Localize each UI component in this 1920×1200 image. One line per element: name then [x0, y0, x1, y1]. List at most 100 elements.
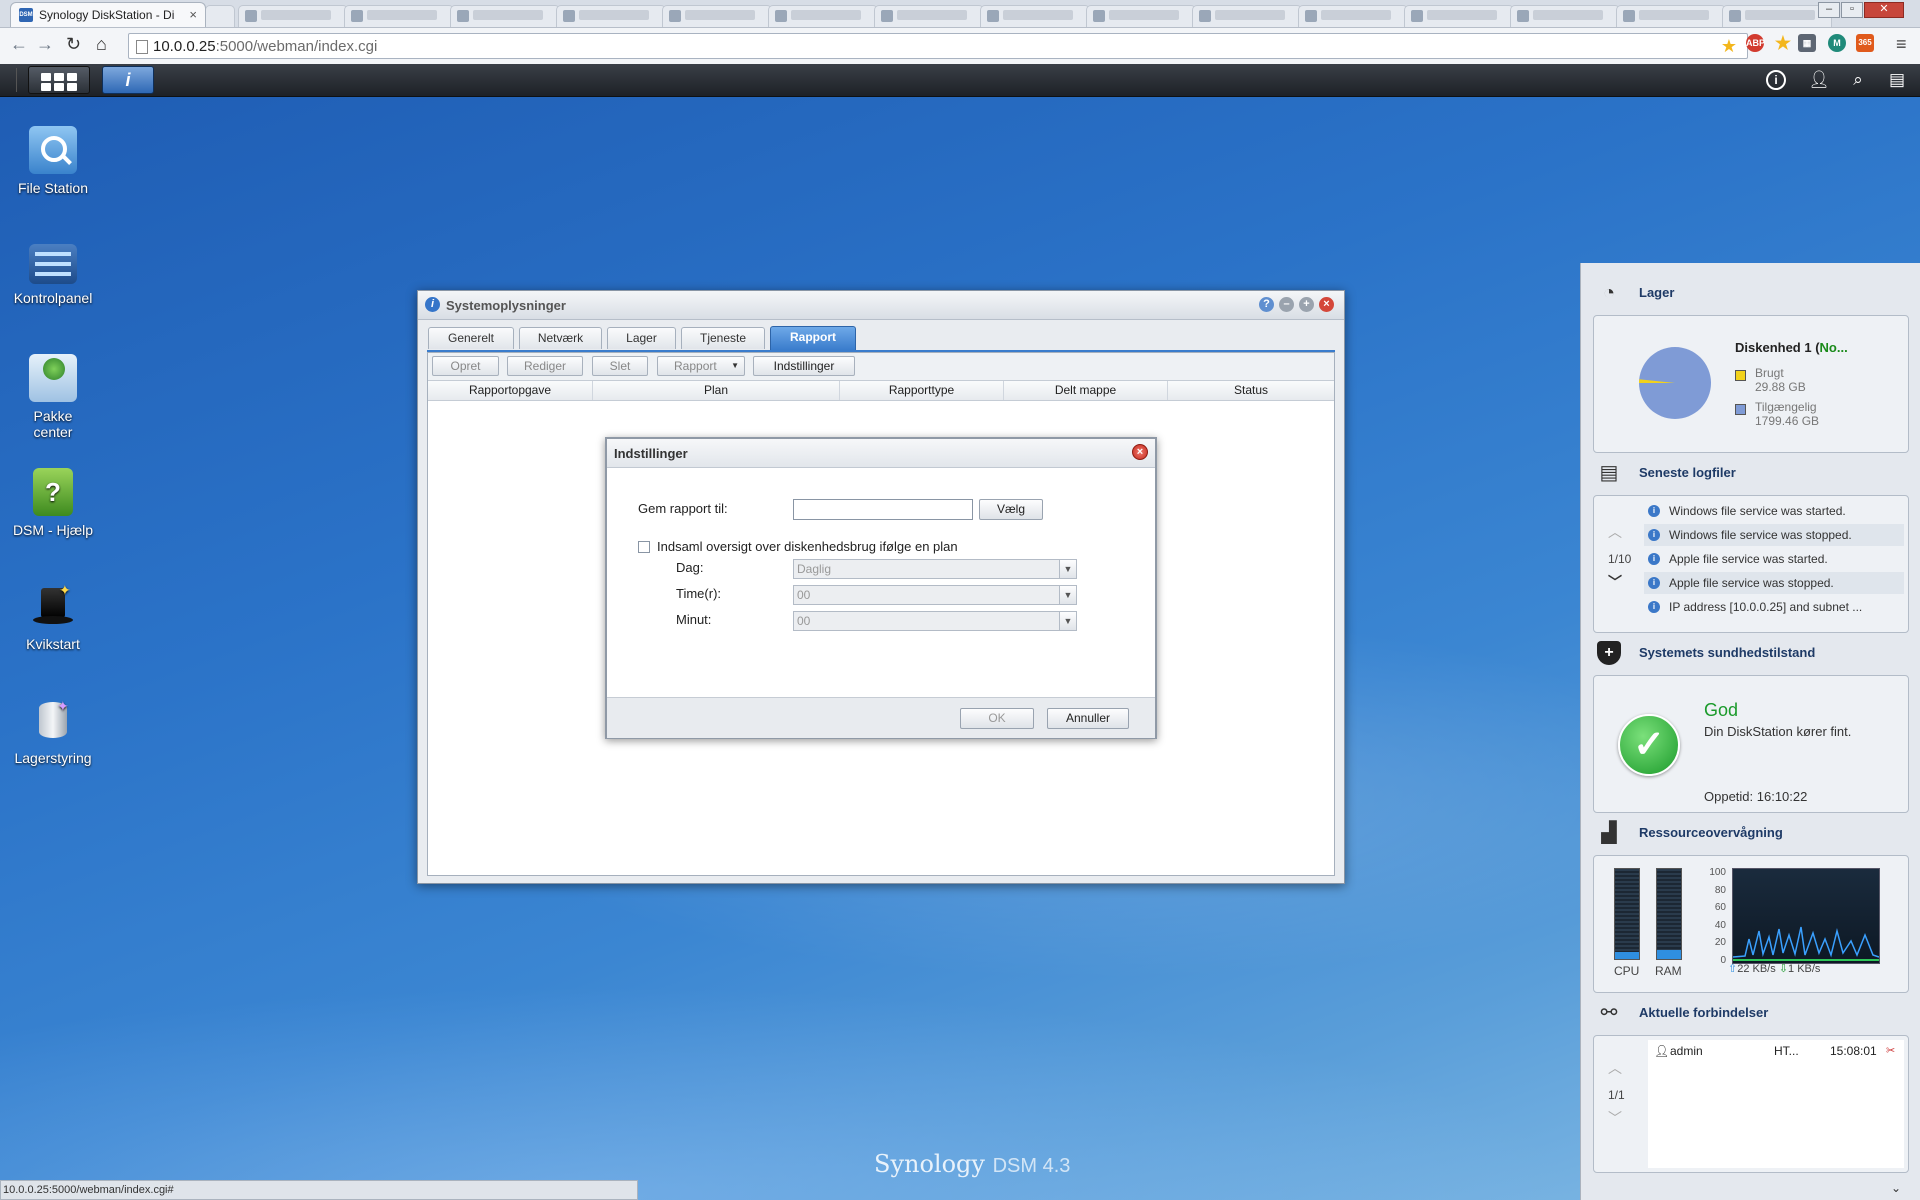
browser-tab-bg[interactable]	[1404, 5, 1514, 27]
chevron-up-icon[interactable]: ︿	[1608, 522, 1622, 542]
dialog-close-icon[interactable]: ×	[1132, 444, 1148, 460]
choose-button[interactable]: Vælg	[979, 499, 1043, 520]
browser-menu-icon[interactable]: ≡	[1896, 34, 1907, 55]
browser-tab-bg[interactable]	[1086, 5, 1196, 27]
address-bar[interactable]: 10.0.0.25:5000/webman/index.cgi ★	[128, 33, 1748, 59]
dialog-titlebar[interactable]: Indstillinger ×	[607, 439, 1155, 468]
column-header[interactable]: Delt mappe	[1004, 381, 1168, 400]
column-header[interactable]: Rapportopgave	[428, 381, 593, 400]
maximize-window-icon[interactable]: ▫	[1841, 2, 1863, 18]
window-titlebar[interactable]: i Systemoplysninger ? – + ×	[418, 291, 1344, 320]
reader-icon[interactable]: ▦	[1798, 34, 1816, 52]
browser-tab-bg[interactable]	[1722, 5, 1832, 27]
close-icon[interactable]: ×	[1319, 297, 1334, 312]
browser-tab-bg[interactable]	[238, 5, 348, 27]
edit-button[interactable]: Rediger	[507, 356, 583, 376]
panel-collapse-icon[interactable]: ⌄	[1891, 1181, 1901, 1195]
tab-generelt[interactable]: Generelt	[428, 327, 514, 349]
ok-button[interactable]: OK	[960, 708, 1034, 729]
new-tab-button[interactable]	[205, 5, 235, 27]
tab-lager[interactable]: Lager	[607, 327, 676, 349]
browser-tab-bg[interactable]	[1192, 5, 1302, 27]
browser-tab-bg[interactable]	[556, 5, 666, 27]
back-icon[interactable]: ←	[10, 34, 28, 55]
browser-tab-bg[interactable]	[874, 5, 984, 27]
kick-user-icon[interactable]: ✂	[1886, 1044, 1895, 1057]
report-dropdown-button[interactable]: Rapport ▼	[657, 356, 745, 376]
tab-close-icon[interactable]: ×	[189, 7, 197, 22]
save-report-input[interactable]	[793, 499, 973, 520]
desktop-icon-label: DSM - Hjælp	[12, 522, 94, 538]
abp-icon[interactable]: ABP	[1746, 34, 1765, 52]
star-icon[interactable]: ★	[1774, 34, 1792, 52]
home-icon[interactable]: ⌂	[96, 34, 107, 55]
browser-tab-bg[interactable]	[768, 5, 878, 27]
browser-tab-bg[interactable]	[344, 5, 454, 27]
settings-button[interactable]: Indstillinger	[753, 356, 855, 376]
storage-widget-header[interactable]: ◔ Lager	[1581, 273, 1920, 313]
chevron-up-icon[interactable]: ︿	[1608, 1058, 1622, 1078]
column-header[interactable]: Plan	[593, 381, 840, 400]
log-item[interactable]: i IP address [10.0.0.25] and subnet ...	[1644, 596, 1904, 618]
column-header[interactable]: Rapporttype	[840, 381, 1004, 400]
schedule-checkbox[interactable]	[638, 541, 650, 553]
browser-tab-bg[interactable]	[450, 5, 560, 27]
help-icon[interactable]: ?	[1259, 297, 1274, 312]
delete-button[interactable]: Slet	[592, 356, 648, 376]
browser-tab-bg[interactable]	[1616, 5, 1726, 27]
minimize-icon[interactable]: –	[1279, 297, 1294, 312]
forward-icon[interactable]: →	[36, 34, 54, 55]
tab-netvaerk[interactable]: Netværk	[519, 327, 602, 349]
hour-select[interactable]: 00 ▼	[793, 585, 1077, 605]
desktop-icon-label: Kontrolpanel	[13, 290, 93, 306]
chevron-down-icon[interactable]: ﹀	[1608, 572, 1622, 592]
log-item[interactable]: i Windows file service was started.	[1644, 500, 1904, 522]
minimize-window-icon[interactable]: –	[1818, 2, 1840, 18]
desktop-icon-dsm-help[interactable]: ? DSM - Hjælp	[6, 468, 100, 538]
browser-tab-bg[interactable]	[1298, 5, 1408, 27]
browser-tab-active[interactable]: DSM Synology DiskStation - Di ×	[10, 2, 206, 27]
show-desktop-button[interactable]	[4, 68, 17, 92]
desktop-icon-label: Pakke center	[33, 408, 73, 440]
desktop-icon-storage-manager[interactable]: ✦ Lagerstyring	[6, 696, 100, 766]
m-icon[interactable]: M	[1828, 34, 1846, 52]
day-select[interactable]: Daglig ▼	[793, 559, 1077, 579]
desktop-icon-control-panel[interactable]: Kontrolpanel	[6, 240, 100, 306]
bookmark-star-icon[interactable]: ★	[1721, 36, 1737, 57]
desktop-icon-package-center[interactable]: Pakke center	[6, 354, 100, 440]
system-info-taskbar-button[interactable]: i	[102, 66, 154, 94]
health-widget-header[interactable]: + Systemets sundhedstilstand	[1581, 633, 1920, 673]
browser-tab-bg[interactable]	[662, 5, 772, 27]
rss-icon[interactable]: 365	[1856, 34, 1874, 52]
browser-tab-bg[interactable]	[980, 5, 1090, 27]
log-item[interactable]: i Apple file service was started.	[1644, 548, 1904, 570]
info-icon[interactable]: i	[1766, 70, 1786, 90]
log-item[interactable]: i Apple file service was stopped.	[1644, 572, 1904, 594]
widgets-icon[interactable]: ▤	[1886, 69, 1908, 91]
chevron-down-icon: ▼	[1059, 612, 1076, 630]
tab-rapport[interactable]: Rapport	[770, 326, 856, 350]
search-icon[interactable]: ⌕	[1847, 69, 1869, 91]
tab-tjeneste[interactable]: Tjeneste	[681, 327, 765, 349]
close-window-icon[interactable]: ✕	[1864, 2, 1904, 18]
resource-widget-header[interactable]: ▟ Ressourceovervågning	[1581, 813, 1920, 853]
cancel-button[interactable]: Annuller	[1047, 708, 1129, 729]
connection-row[interactable]: 👤︎ admin HT... 15:08:01 ✂	[1654, 1044, 1900, 1062]
connections-widget-header[interactable]: ⚯ Aktuelle forbindelser	[1581, 993, 1920, 1033]
column-header[interactable]: Status	[1168, 381, 1334, 400]
logs-widget-header[interactable]: ▤ Seneste logfiler	[1581, 453, 1920, 493]
reload-icon[interactable]: ↻	[66, 34, 81, 55]
desktop-icon-file-station[interactable]: File Station	[6, 126, 100, 196]
maximize-icon[interactable]: +	[1299, 297, 1314, 312]
browser-tab-bg[interactable]	[1510, 5, 1620, 27]
desktop-icon-quick-start[interactable]: ✦ Kvikstart	[6, 582, 100, 652]
checkmark-icon: ✓	[1618, 714, 1680, 776]
chevron-down-icon[interactable]: ﹀	[1608, 1108, 1622, 1128]
user-icon[interactable]: 👤︎	[1808, 69, 1830, 91]
log-item[interactable]: i Windows file service was stopped.	[1644, 524, 1904, 546]
save-report-label: Gem rapport til:	[638, 501, 728, 516]
network-line	[1733, 926, 1879, 958]
main-menu-button[interactable]	[28, 66, 90, 94]
create-button[interactable]: Opret	[432, 356, 499, 376]
minute-select[interactable]: 00 ▼	[793, 611, 1077, 631]
